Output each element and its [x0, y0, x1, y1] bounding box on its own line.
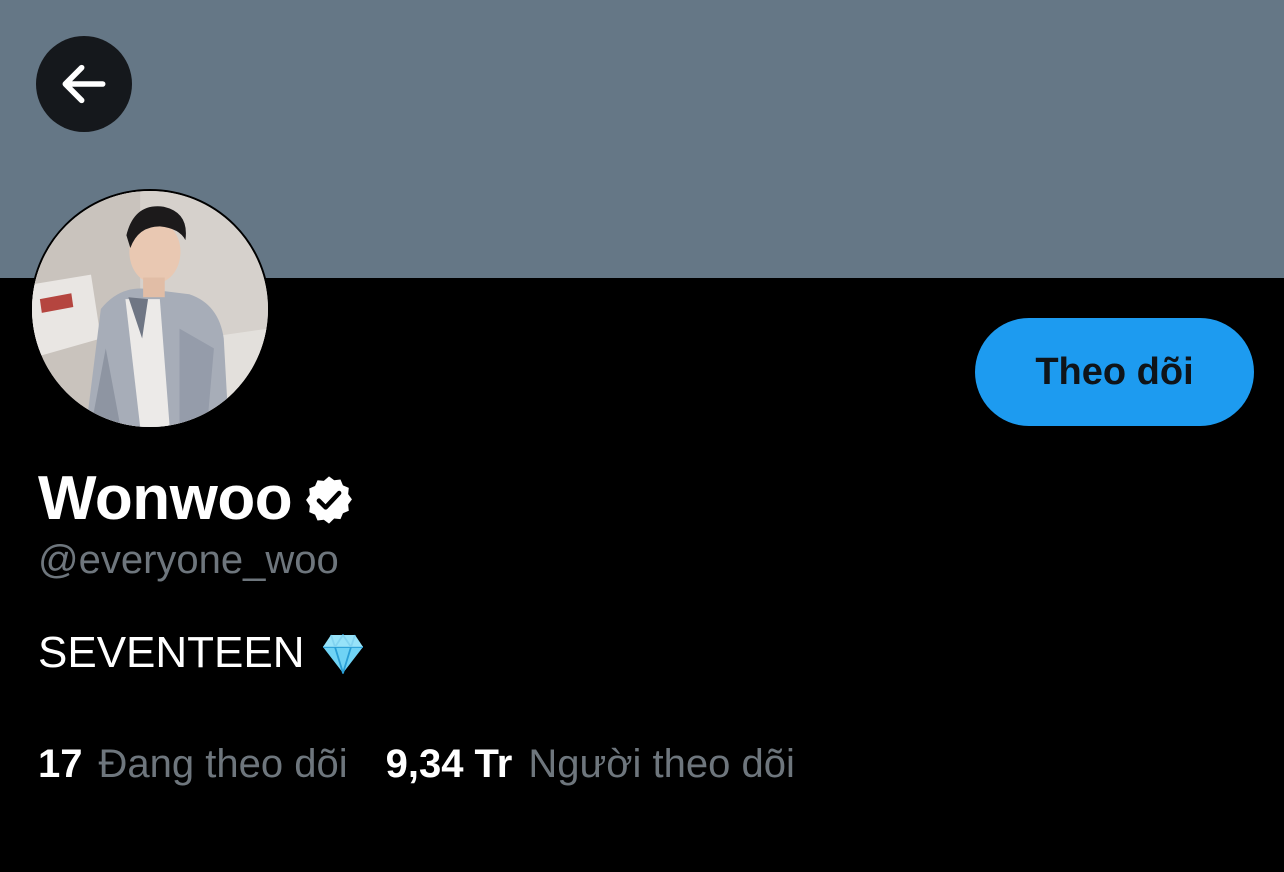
- followers-count: 9,34 Tr: [385, 741, 513, 786]
- bio-text: SEVENTEEN: [38, 628, 305, 677]
- profile-stats: 17 Đang theo dõi 9,34 Tr Người theo dõi: [38, 736, 795, 792]
- name-row: Wonwoo: [38, 462, 356, 534]
- followers-stat[interactable]: 9,34 Tr Người theo dõi: [386, 742, 795, 787]
- user-handle: @everyone_woo: [38, 538, 339, 582]
- profile-photo: [32, 191, 268, 427]
- arrow-left-icon: [62, 64, 106, 104]
- bio: SEVENTEEN: [38, 628, 367, 678]
- following-label: Đang theo dõi: [98, 741, 348, 786]
- follow-button[interactable]: Theo dõi: [975, 318, 1254, 426]
- following-count: 17: [38, 741, 83, 786]
- following-stat[interactable]: 17 Đang theo dõi: [38, 742, 348, 787]
- verified-badge-icon[interactable]: [302, 473, 356, 527]
- followers-label: Người theo dõi: [528, 741, 795, 786]
- avatar[interactable]: [30, 189, 270, 429]
- profile-page: Theo dõi Wonwoo @everyone_woo SEVENTEEN …: [0, 0, 1284, 872]
- display-name: Wonwoo: [38, 463, 293, 533]
- back-button[interactable]: [36, 36, 132, 132]
- gem-icon: [322, 634, 363, 674]
